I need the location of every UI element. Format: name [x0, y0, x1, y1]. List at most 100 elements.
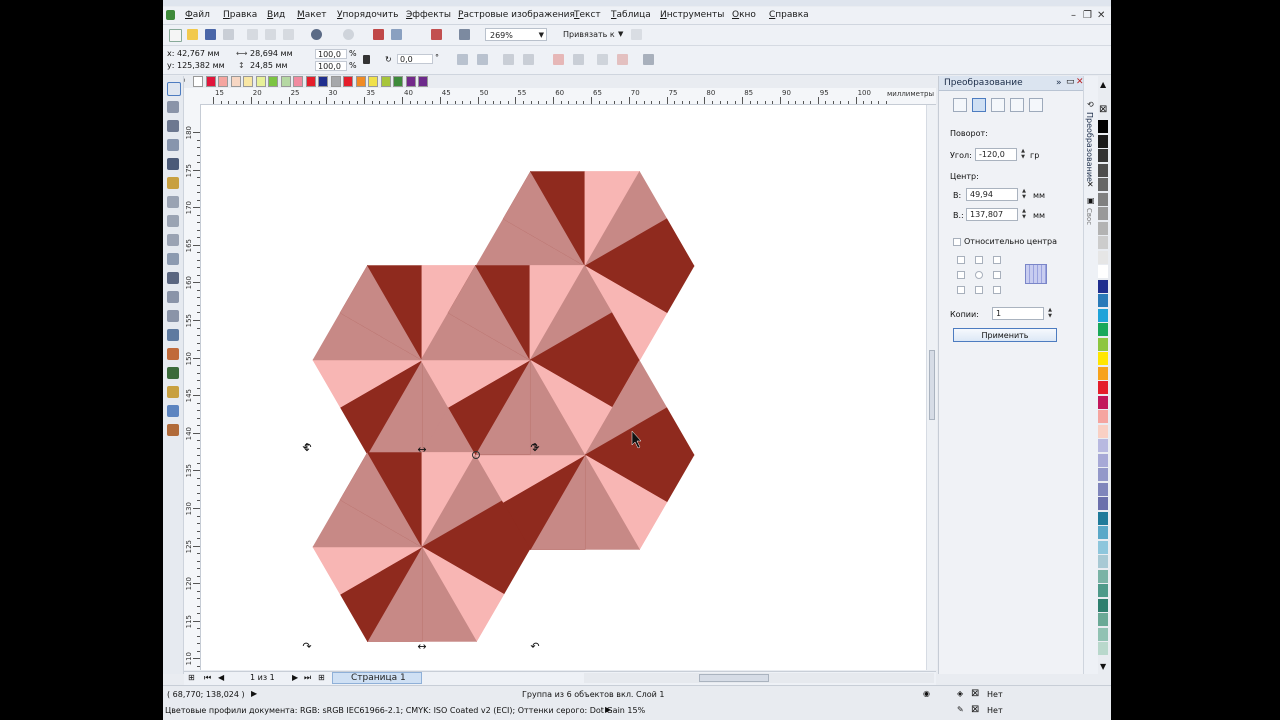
relative-center-checkbox[interactable]: [953, 238, 961, 246]
palette-swatch[interactable]: [1098, 526, 1108, 539]
palette-swatch[interactable]: [1098, 323, 1108, 336]
scale-height-field[interactable]: 100,0: [315, 61, 347, 71]
palette-swatch[interactable]: [1098, 497, 1108, 510]
combine-icon[interactable]: [553, 54, 564, 65]
tab-transform[interactable]: Преобразование: [1085, 112, 1094, 182]
close-icon[interactable]: ✕: [1097, 10, 1105, 21]
options-icon[interactable]: [631, 29, 642, 40]
palette-swatch[interactable]: [1098, 381, 1108, 394]
anchor-point-checkbox[interactable]: [957, 286, 965, 294]
palette-swatch[interactable]: [1098, 279, 1108, 293]
palette-swatch[interactable]: [1098, 120, 1108, 133]
palette-swatch[interactable]: [1098, 395, 1108, 409]
copy-icon[interactable]: [265, 29, 276, 40]
eyedropper-tool-icon[interactable]: [167, 367, 179, 379]
smart-fill-tool-icon[interactable]: [167, 177, 179, 189]
y-position-field[interactable]: у: 125,382 мм: [167, 61, 225, 70]
anchor-point-checkbox[interactable]: [975, 286, 983, 294]
palette-scroll-up-icon[interactable]: ▲: [1100, 80, 1106, 89]
hexagon-star-pattern[interactable]: [312, 170, 695, 643]
palette-swatch[interactable]: [1098, 439, 1108, 452]
palette-swatch[interactable]: [230, 76, 241, 87]
table-tool-icon[interactable]: [167, 291, 179, 303]
palette-swatch[interactable]: [218, 76, 228, 87]
palette-swatch[interactable]: [1098, 613, 1108, 626]
rotate-handle-bottom-right[interactable]: ↶: [530, 640, 539, 653]
zoom-tool-icon[interactable]: [167, 139, 179, 151]
print-icon[interactable]: [223, 29, 234, 40]
copies-input[interactable]: 1: [992, 307, 1044, 320]
basic-shapes-tool-icon[interactable]: [167, 253, 179, 265]
center-x-spinner[interactable]: ▲ ▼: [1020, 188, 1028, 201]
menu-tools[interactable]: Инструменты: [660, 10, 724, 20]
mirror-horizontal-icon[interactable]: [457, 54, 468, 65]
pick-tool-icon[interactable]: [167, 82, 181, 96]
cut-icon[interactable]: [247, 29, 258, 40]
snap-to-label[interactable]: Привязать к: [563, 30, 615, 39]
polygon-tool-icon[interactable]: [167, 234, 179, 246]
palette-swatch[interactable]: [268, 76, 278, 87]
menu-effects[interactable]: Эффекты: [406, 10, 451, 20]
menu-edit[interactable]: Правка: [223, 10, 257, 20]
drawing-canvas[interactable]: ↕ ↕ ↔ ↔ ↶ ↷ ↷ ↶: [201, 105, 928, 670]
palette-swatch[interactable]: [343, 76, 353, 87]
scale-width-field[interactable]: 100,0: [315, 49, 347, 59]
palette-swatch[interactable]: [1098, 511, 1108, 525]
palette-swatch[interactable]: [393, 76, 403, 87]
create-boundary-icon[interactable]: [643, 54, 654, 65]
rotate-mode-button[interactable]: [972, 98, 986, 112]
palette-swatch[interactable]: [1098, 337, 1108, 351]
anchor-point-checkbox[interactable]: [993, 256, 1001, 264]
anchor-point-checkbox[interactable]: [993, 271, 1001, 279]
palette-swatch[interactable]: [280, 76, 291, 87]
open-folder-icon[interactable]: [187, 29, 198, 40]
trim-icon[interactable]: [617, 54, 628, 65]
import-icon[interactable]: [373, 29, 384, 40]
palette-swatch[interactable]: [1098, 468, 1108, 481]
menu-bitmaps[interactable]: Растровые изображения: [458, 10, 575, 20]
tab-close-icon[interactable]: ✕: [1087, 180, 1094, 189]
palette-swatch[interactable]: [1098, 555, 1108, 568]
menu-file[interactable]: Файл: [185, 10, 210, 20]
palette-swatch[interactable]: [1098, 163, 1108, 177]
interactive-fill-tool-icon[interactable]: [167, 424, 179, 436]
rotation-angle-field[interactable]: 0,0: [397, 54, 433, 64]
page-next-icon[interactable]: ▶: [292, 673, 298, 682]
document-color-profiles[interactable]: Цветовые профили документа: RGB: sRGB IE…: [165, 706, 645, 715]
lock-ratio-icon[interactable]: [363, 55, 370, 64]
palette-swatch[interactable]: [293, 76, 303, 87]
palette-swatch[interactable]: [368, 76, 378, 87]
palette-swatch[interactable]: [1098, 569, 1108, 583]
scale-handle-top[interactable]: ↔: [417, 443, 426, 456]
palette-swatch[interactable]: [193, 76, 203, 87]
restore-icon[interactable]: ❐: [1083, 10, 1092, 21]
break-apart-icon[interactable]: [573, 54, 584, 65]
blend-tool-icon[interactable]: [167, 348, 179, 360]
fill-none-icon[interactable]: ⊠: [971, 688, 979, 699]
position-mode-button[interactable]: [953, 98, 967, 112]
center-y-input[interactable]: 137,807: [966, 208, 1018, 221]
page-first-icon[interactable]: ⊞: [188, 673, 195, 682]
crop-tool-icon[interactable]: [167, 120, 179, 132]
palette-swatch[interactable]: [418, 76, 428, 87]
palette-swatch[interactable]: [1098, 192, 1108, 206]
fill-tool-icon[interactable]: [167, 405, 179, 417]
palette-swatch[interactable]: [1098, 424, 1108, 438]
palette-scroll-down-icon[interactable]: ▼: [1100, 662, 1106, 671]
palette-swatch[interactable]: [1098, 308, 1108, 322]
palette-swatch[interactable]: [243, 76, 253, 87]
vertical-scrollbar[interactable]: [926, 105, 937, 670]
palette-swatch[interactable]: [1098, 265, 1108, 278]
palette-swatch[interactable]: [380, 76, 391, 87]
palette-swatch[interactable]: [1098, 149, 1108, 162]
palette-swatch[interactable]: [330, 76, 341, 87]
horizontal-ruler[interactable]: миллиметры 15 20 25 30 35 40 45 50 55 60 65 70 75 80 8…: [184, 88, 936, 105]
group-icon[interactable]: [503, 54, 514, 65]
paste-icon[interactable]: [283, 29, 294, 40]
text-tool-icon[interactable]: [167, 272, 179, 284]
save-icon[interactable]: [205, 29, 216, 40]
dimension-tool-icon[interactable]: [167, 310, 179, 322]
palette-swatch[interactable]: [1098, 250, 1108, 264]
chevron-down-icon[interactable]: ▼: [618, 30, 623, 38]
rotate-handle-bottom-left[interactable]: ↷: [302, 640, 311, 653]
